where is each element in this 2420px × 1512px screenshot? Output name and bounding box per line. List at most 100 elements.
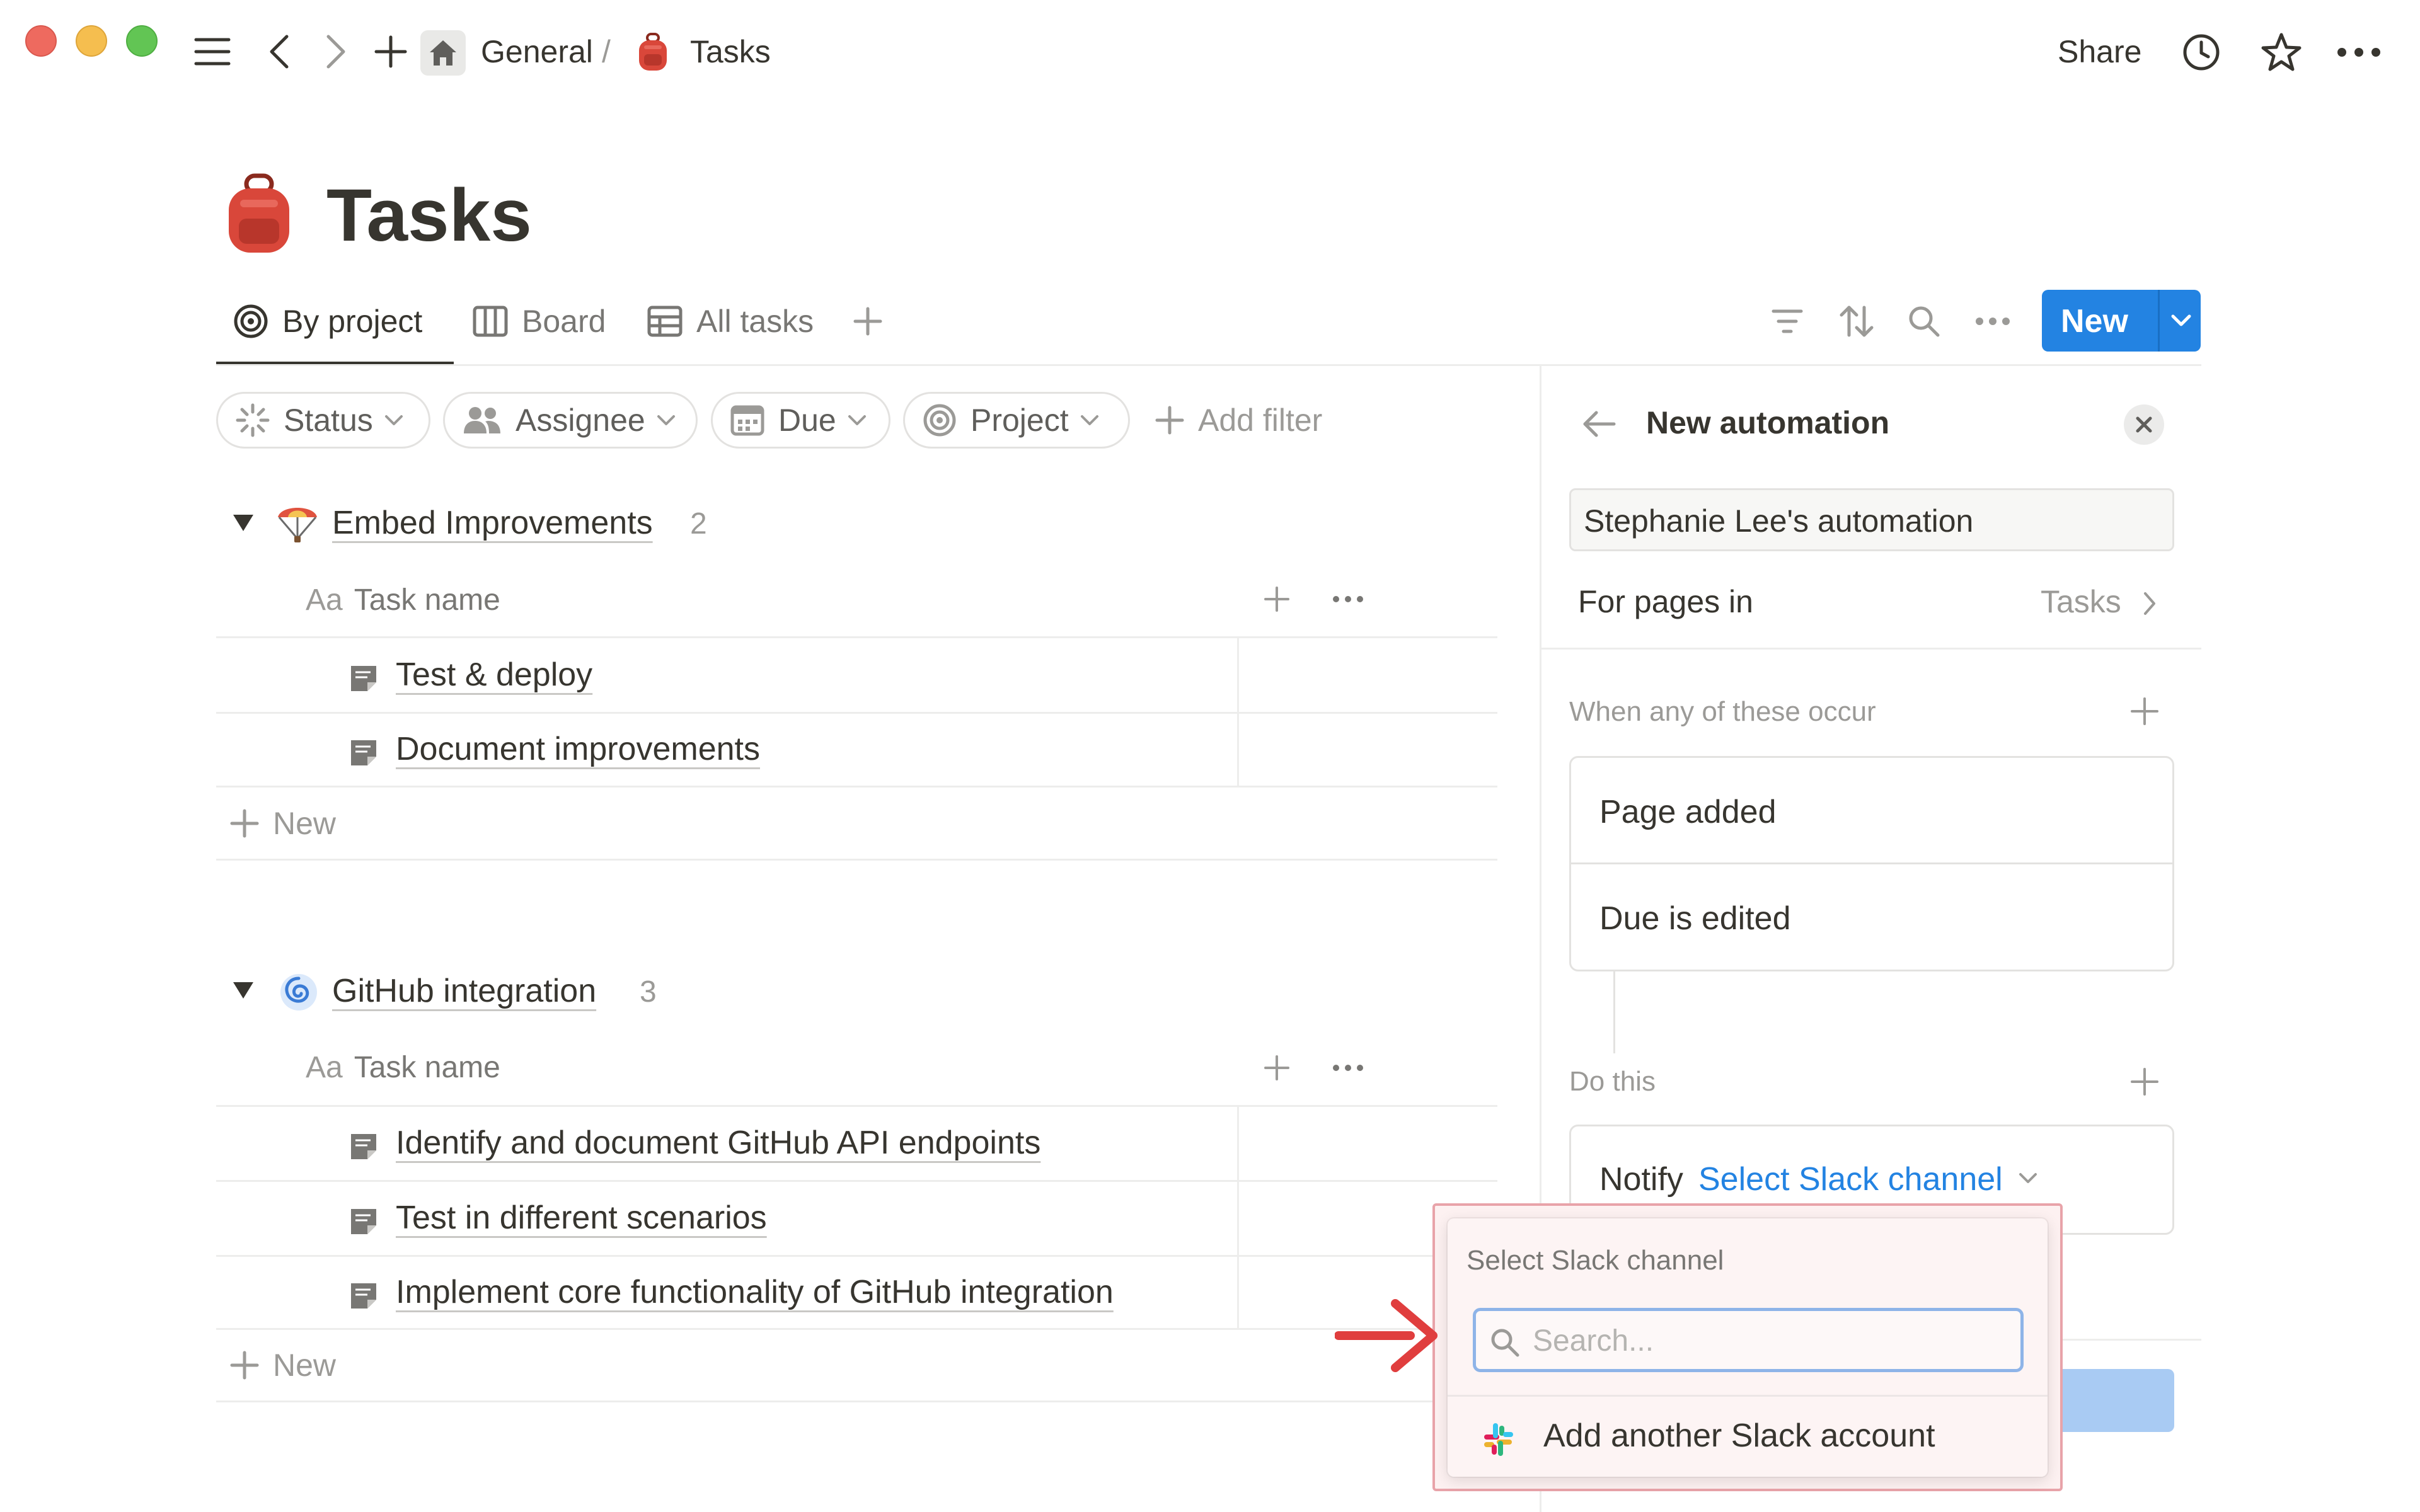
row-divider — [216, 859, 1497, 861]
trigger-label: Due is edited — [1599, 900, 1791, 937]
section-divider — [1541, 648, 2201, 650]
board-icon — [473, 306, 508, 337]
add-trigger-icon[interactable] — [2129, 696, 2160, 727]
table-row[interactable]: Document improvements — [216, 713, 1497, 787]
filter-icon[interactable] — [1770, 305, 1805, 338]
column-header-label: Task name — [354, 1051, 500, 1084]
task-name[interactable]: Test & deploy — [396, 656, 592, 694]
column-header-task-name[interactable]: Aa Task name — [306, 1050, 500, 1085]
tab-label: All tasks — [696, 304, 814, 339]
new-task-label: New — [273, 1348, 337, 1383]
breadcrumb-workspace[interactable]: General — [481, 33, 593, 71]
table-row[interactable]: Identify and document GitHub API endpoin… — [216, 1106, 1497, 1181]
close-window-button[interactable] — [25, 25, 57, 57]
group-title[interactable]: GitHub integration — [332, 972, 596, 1010]
page-icon-backpack[interactable] — [224, 173, 294, 255]
for-pages-value: Tasks — [2041, 584, 2121, 619]
tab-by-project[interactable]: By project — [233, 299, 422, 343]
search-icon[interactable] — [1906, 304, 1942, 339]
for-pages-label: For pages in — [1578, 584, 1753, 619]
channel-search-input[interactable]: Search... — [1473, 1308, 2024, 1372]
add-filter-button[interactable]: Add filter — [1155, 400, 1322, 440]
row-divider — [216, 786, 1497, 788]
back-icon[interactable] — [262, 32, 297, 72]
forward-icon[interactable] — [318, 32, 354, 72]
task-name[interactable]: Document improvements — [396, 730, 760, 768]
view-more-icon[interactable] — [1974, 312, 2012, 330]
table-row[interactable]: Test & deploy — [216, 638, 1497, 713]
add-task-row[interactable]: New — [230, 1347, 336, 1383]
notify-label: Notify — [1599, 1161, 1683, 1198]
status-icon — [236, 403, 270, 437]
annotation-arrow-icon — [1335, 1295, 1443, 1377]
add-page-icon[interactable] — [372, 33, 410, 71]
trigger-label: Page added — [1599, 794, 1777, 830]
share-button[interactable]: Share — [2058, 33, 2141, 71]
trigger-item[interactable]: Page added — [1571, 758, 2172, 864]
close-panel-button[interactable] — [2124, 404, 2164, 445]
table-icon — [647, 306, 683, 337]
flow-connector — [1613, 971, 1615, 1053]
breadcrumb-page[interactable]: Tasks — [690, 33, 771, 71]
for-pages-row[interactable]: For pages in Tasks — [1569, 573, 2174, 630]
column-divider — [1237, 636, 1239, 786]
target-icon — [923, 403, 957, 437]
add-property-icon[interactable] — [1262, 1053, 1291, 1082]
table-row[interactable]: Test in different scenarios — [216, 1181, 1497, 1256]
plus-icon — [230, 809, 259, 838]
group-count: 3 — [640, 975, 657, 1009]
menu-icon[interactable] — [192, 32, 233, 72]
new-button[interactable]: New — [2042, 290, 2201, 352]
chevron-down-icon[interactable] — [2019, 1172, 2037, 1184]
favorite-star-icon[interactable] — [2259, 30, 2303, 74]
column-header-task-name[interactable]: Aa Task name — [306, 583, 500, 617]
add-action-icon[interactable] — [2129, 1066, 2160, 1097]
collapse-toggle-icon[interactable] — [232, 981, 255, 1000]
automation-name-value: Stephanie Lee's automation — [1584, 503, 1974, 539]
more-options-icon[interactable] — [2335, 38, 2383, 67]
plus-icon — [1155, 406, 1184, 435]
select-slack-channel-link[interactable]: Select Slack channel — [1698, 1160, 2003, 1198]
row-divider — [216, 1400, 1497, 1402]
add-slack-account-item[interactable]: Add another Slack account — [1448, 1397, 2048, 1472]
document-icon — [349, 1131, 379, 1162]
filter-chip-label: Status — [284, 403, 373, 438]
add-task-row[interactable]: New — [230, 805, 336, 842]
backpack-icon — [633, 32, 672, 73]
task-name[interactable]: Identify and document GitHub API endpoin… — [396, 1124, 1040, 1162]
panel-title: New automation — [1646, 405, 1890, 440]
column-more-icon[interactable] — [1332, 1061, 1364, 1075]
add-property-icon[interactable] — [1262, 585, 1291, 614]
back-arrow-icon[interactable] — [1581, 406, 1618, 442]
filter-chip-project[interactable]: Project — [903, 392, 1130, 449]
history-icon[interactable] — [2181, 32, 2222, 73]
minimize-window-button[interactable] — [76, 25, 107, 57]
add-view-icon[interactable] — [851, 304, 885, 338]
document-icon — [349, 1206, 379, 1237]
chevron-down-icon[interactable] — [2170, 311, 2192, 330]
actions-label: Do this — [1569, 1066, 1656, 1097]
filter-chip-status[interactable]: Status — [216, 392, 430, 449]
trigger-item[interactable]: Due is edited — [1571, 864, 2172, 970]
sort-icon[interactable] — [1839, 304, 1874, 339]
chevron-down-icon — [848, 414, 867, 427]
task-name[interactable]: Test in different scenarios — [396, 1199, 767, 1237]
filter-chip-due[interactable]: Due — [711, 392, 890, 449]
automation-name-input[interactable]: Stephanie Lee's automation — [1569, 488, 2174, 551]
group-title[interactable]: Embed Improvements — [332, 504, 653, 542]
column-more-icon[interactable] — [1332, 592, 1364, 606]
tab-all-tasks[interactable]: All tasks — [647, 299, 814, 343]
table-row[interactable]: Implement core functionality of GitHub i… — [216, 1256, 1497, 1330]
dropdown-highlight-frame: Select Slack channel Search... Add anoth… — [1432, 1203, 2063, 1491]
maximize-window-button[interactable] — [126, 25, 158, 57]
filter-chip-assignee[interactable]: Assignee — [443, 392, 698, 449]
tab-board[interactable]: Board — [473, 299, 606, 343]
collapse-toggle-icon[interactable] — [232, 513, 255, 532]
home-icon[interactable] — [420, 30, 466, 76]
new-task-label: New — [273, 806, 337, 841]
page-title[interactable]: Tasks — [326, 171, 532, 260]
column-header-label: Task name — [354, 583, 500, 617]
document-icon — [349, 663, 379, 694]
column-divider — [1237, 1105, 1239, 1328]
task-name[interactable]: Implement core functionality of GitHub i… — [396, 1273, 1114, 1311]
